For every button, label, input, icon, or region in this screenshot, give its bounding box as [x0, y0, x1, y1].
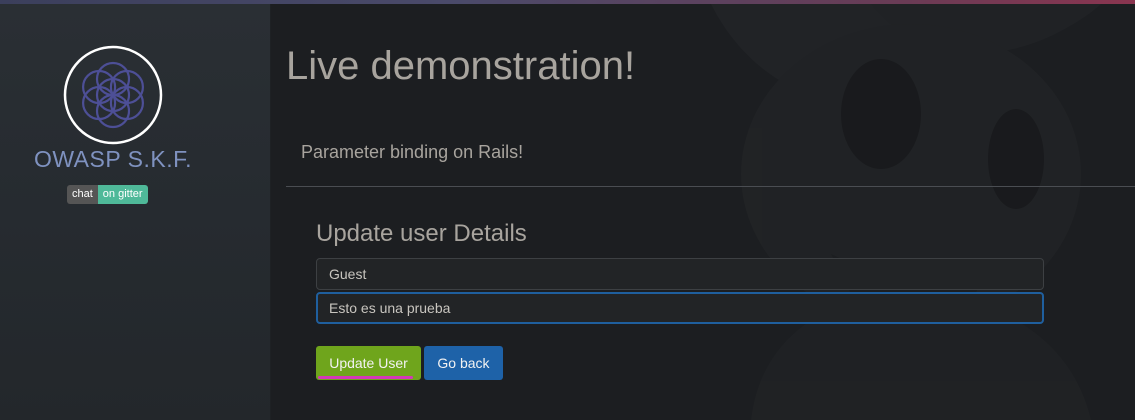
brand-name: OWASP S.K.F. — [33, 146, 193, 172]
go-back-button[interactable]: Go back — [424, 346, 503, 380]
description-field[interactable]: Esto es una prueba — [316, 292, 1044, 324]
update-user-label: Update User — [329, 355, 408, 371]
annotation-underline — [318, 376, 413, 379]
update-user-button[interactable]: Update User — [316, 346, 421, 380]
page-title: Live demonstration! — [286, 44, 636, 88]
username-field[interactable]: Guest — [316, 258, 1044, 290]
badge-label-gitter: on gitter — [97, 185, 148, 204]
flower-of-life-logo-icon — [63, 45, 163, 145]
section-divider — [286, 186, 1135, 187]
badge-label-chat: chat — [67, 185, 98, 204]
gitter-chat-badge[interactable]: chat on gitter — [67, 185, 148, 204]
page-subtitle: Parameter binding on Rails! — [301, 142, 524, 162]
form-heading: Update user Details — [316, 220, 527, 247]
sidebar: OWASP S.K.F. chat on gitter — [0, 4, 270, 420]
main-content: Live demonstration! Parameter binding on… — [271, 4, 1135, 420]
